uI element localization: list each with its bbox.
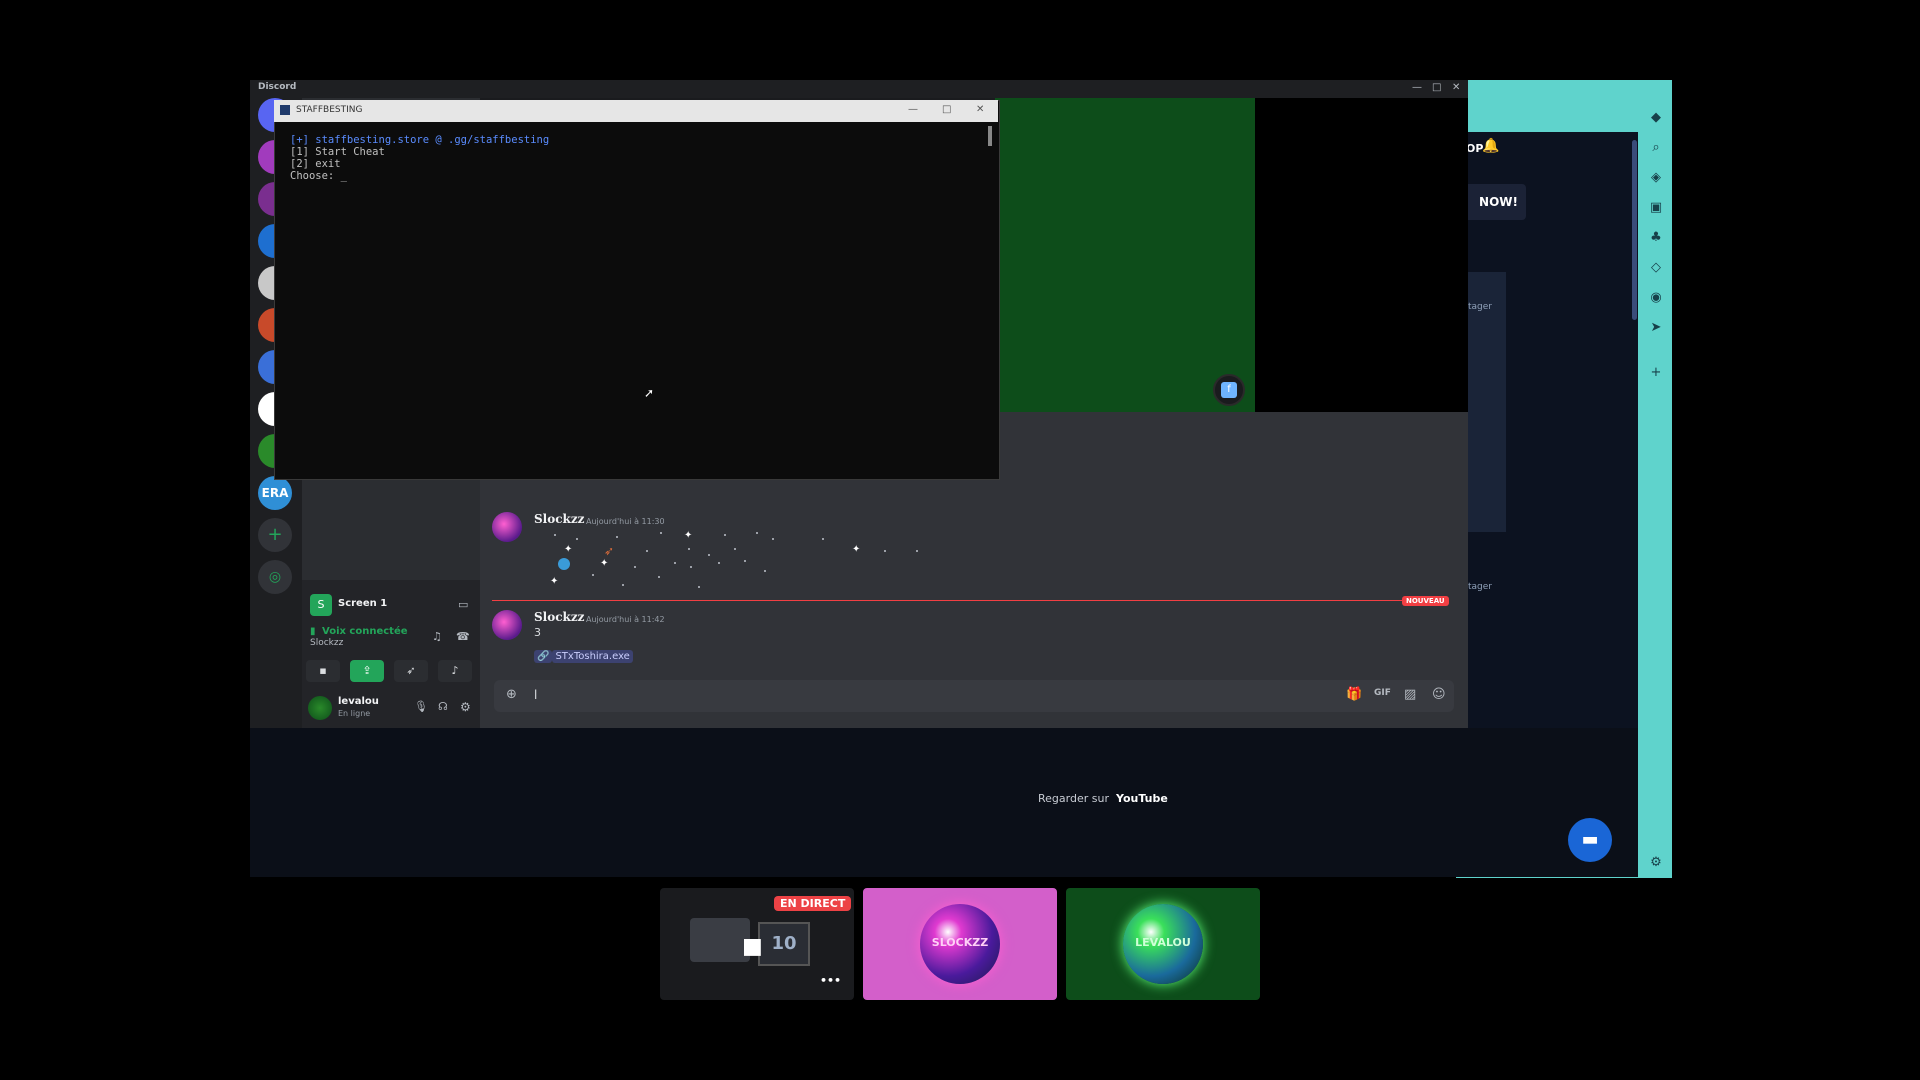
terminal-output: [+] staffbesting.store @ .gg/staffbestin… xyxy=(290,134,549,182)
minimize-icon[interactable]: — xyxy=(1412,82,1422,93)
screen-share-button[interactable]: ⇪ xyxy=(350,660,384,682)
mouse-cursor-icon: ➚ xyxy=(644,386,655,400)
explore-icon[interactable]: ◎ xyxy=(258,560,292,594)
message-timestamp: Aujourd'hui à 11:42 xyxy=(586,615,665,624)
headphones-icon[interactable]: ☊ xyxy=(438,700,448,713)
discord-title: Discord xyxy=(258,82,297,92)
terminal-titlebar[interactable] xyxy=(274,100,998,122)
games-icon[interactable]: ♣ xyxy=(1648,230,1664,246)
send-icon[interactable]: ➤ xyxy=(1648,320,1664,336)
earth-icon xyxy=(558,558,570,570)
signal-icon: ▮ xyxy=(310,626,316,637)
disconnect-icon[interactable]: ☎ xyxy=(456,630,470,643)
stream-name[interactable]: Screen 1 xyxy=(338,598,387,609)
close-icon[interactable]: ✕ xyxy=(1452,82,1460,93)
terminal-scrollbar[interactable] xyxy=(988,126,992,146)
avatar[interactable] xyxy=(308,696,332,720)
new-badge: NOUVEAU xyxy=(1402,596,1449,606)
youtube-brand[interactable]: YouTube xyxy=(1116,792,1168,805)
browser-video-area: Regarder sur YouTube xyxy=(250,728,1638,877)
message-input[interactable]: l xyxy=(534,688,537,702)
settings-icon[interactable]: ⚙ xyxy=(1648,855,1664,871)
live-badge: EN DIRECT xyxy=(774,896,852,911)
microphone-icon[interactable]: 🎙 xyxy=(414,700,428,713)
stream-video-tile-green[interactable]: f xyxy=(995,98,1255,412)
share-label-1[interactable]: tager xyxy=(1468,302,1492,312)
facebook-icon: f xyxy=(1221,382,1237,398)
terminal-icon xyxy=(280,105,290,115)
stream-preview-icon[interactable]: S xyxy=(310,594,332,616)
bell-icon[interactable]: 🔔 xyxy=(1482,138,1499,154)
message-author[interactable]: Slockzz xyxy=(534,512,584,526)
discord-titlebar xyxy=(250,80,1468,98)
terminal-title: STAFFBESTING xyxy=(296,105,363,115)
user-mention[interactable]: STxToshira.exe xyxy=(552,650,633,663)
shopping-icon[interactable]: ◈ xyxy=(1648,170,1664,186)
noise-suppression-icon[interactable]: ♫ xyxy=(432,630,442,643)
stream-video-tile-black[interactable] xyxy=(1255,98,1468,412)
more-options-icon[interactable]: ••• xyxy=(820,974,841,987)
browser-scrollbar[interactable] xyxy=(1632,140,1637,320)
terminal-maximize-icon[interactable]: □ xyxy=(942,104,951,115)
video-camera-icon: ■ xyxy=(742,934,763,959)
search-icon[interactable]: ⌕ xyxy=(1648,140,1664,156)
sticker-icon[interactable]: ▨ xyxy=(1404,687,1416,702)
new-messages-divider xyxy=(492,600,1444,601)
stream-avatar: f xyxy=(1213,374,1245,406)
add-icon[interactable]: + xyxy=(1648,365,1664,381)
terminal-minimize-icon[interactable]: — xyxy=(908,104,918,115)
terminal-close-icon[interactable]: ✕ xyxy=(976,104,984,115)
activity-button[interactable]: ➶ xyxy=(394,660,428,682)
gif-icon[interactable]: GIF xyxy=(1374,688,1391,698)
participant-name: LEVALOU xyxy=(1135,936,1191,949)
screen-icon[interactable]: ▭ xyxy=(458,598,468,611)
username[interactable]: levalou xyxy=(338,696,379,707)
voice-channel[interactable]: Slockzz xyxy=(310,638,343,648)
add-server-icon[interactable]: + xyxy=(258,518,292,552)
message-mention-wrap: 🔗 STxToshira.exe xyxy=(534,644,633,663)
share-label-2[interactable]: tager xyxy=(1468,582,1492,592)
chat-bubble-icon[interactable]: ▬ xyxy=(1568,818,1612,862)
voice-panel: S Screen 1 ▭ ▮ Voix connectée Slockzz ♫ … xyxy=(302,580,480,728)
participant-tile-slockzz[interactable]: SLOCKZZ xyxy=(863,888,1057,1000)
youtube-watch-text[interactable]: Regarder sur xyxy=(1038,792,1109,805)
tools-icon[interactable]: ▣ xyxy=(1648,200,1664,216)
participant-name: SLOCKZZ xyxy=(931,936,989,949)
stream-thumbnail-screen: 10 xyxy=(758,922,810,966)
rocket-icon: ➶ xyxy=(604,544,615,558)
soundboard-button[interactable]: ♪ xyxy=(438,660,472,682)
message-text: 3 xyxy=(534,626,541,639)
add-attachment-icon[interactable]: ⊕ xyxy=(506,687,517,702)
user-status: En ligne xyxy=(338,709,371,718)
server-icon-era[interactable]: ERA xyxy=(258,476,292,510)
voice-status[interactable]: Voix connectée xyxy=(322,626,408,637)
attachment-link-icon: 🔗 xyxy=(534,650,553,663)
message-author[interactable]: Slockzz xyxy=(534,610,584,624)
outlook-icon[interactable]: ◉ xyxy=(1648,290,1664,306)
terminal-line: [1] Start Cheat xyxy=(290,146,385,158)
participant-tile-levalou[interactable]: LEVALOU xyxy=(1066,888,1260,1000)
gift-icon[interactable]: 🎁 xyxy=(1346,687,1362,702)
stream-thumbnail xyxy=(690,918,750,962)
user-settings-icon[interactable]: ⚙ xyxy=(460,700,471,714)
maximize-icon[interactable]: □ xyxy=(1432,82,1441,93)
message-timestamp: Aujourd'hui à 11:30 xyxy=(586,517,665,526)
copilot-icon[interactable]: ◆ xyxy=(1648,110,1664,126)
terminal-line: [+] staffbesting.store @ .gg/staffbestin… xyxy=(290,134,550,146)
message-sparkle-art: ✦ ✦ ✦ ✦ ✦ ➶ xyxy=(534,530,934,592)
avatar[interactable] xyxy=(492,512,522,542)
terminal-line: [2] exit xyxy=(290,158,341,170)
avatar[interactable] xyxy=(492,610,522,640)
office-icon[interactable]: ◇ xyxy=(1648,260,1664,276)
camera-button[interactable]: ▪ xyxy=(306,660,340,682)
browser-sidebar: ◆ ⌕ ◈ ▣ ♣ ◇ ◉ ➤ + ⚙ xyxy=(1640,100,1672,878)
message-composer[interactable]: ⊕ l 🎁 GIF ▨ ☺ xyxy=(494,680,1454,712)
emoji-icon[interactable]: ☺ xyxy=(1432,687,1446,702)
browser-top-text: OP xyxy=(1466,142,1484,155)
terminal-line[interactable]: Choose: _ xyxy=(290,170,549,182)
